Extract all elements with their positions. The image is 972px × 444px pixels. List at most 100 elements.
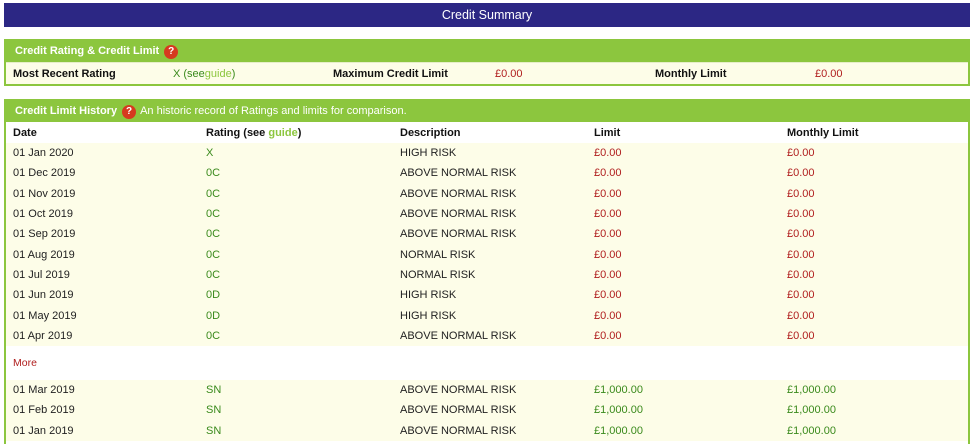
table-row: 01 Jun 2019 0D HIGH RISK £0.00 £0.00 bbox=[6, 285, 968, 306]
rating-cell: SN bbox=[206, 424, 222, 437]
credit-rating-heading-text: Credit Rating & Credit Limit bbox=[15, 45, 160, 57]
rating-cell: 0C bbox=[206, 167, 221, 180]
more-row: More bbox=[6, 345, 968, 380]
table-row: 01 Nov 2019 0C ABOVE NORMAL RISK £0.00 £0.00 bbox=[6, 183, 968, 204]
description-cell: HIGH RISK bbox=[400, 147, 457, 160]
monthly-limit-cell: £0.00 bbox=[787, 208, 815, 221]
date-cell: 01 Apr 2019 bbox=[13, 329, 73, 342]
monthly-limit-cell: £0.00 bbox=[787, 167, 815, 180]
more-link[interactable]: More bbox=[13, 357, 37, 369]
table-row: 01 Sep 2019 0C ABOVE NORMAL RISK £0.00 £0.00 bbox=[6, 224, 968, 245]
monthly-limit-cell: £0.00 bbox=[787, 329, 815, 342]
table-row: 01 Dec 2019 0C ABOVE NORMAL RISK £0.00 £0.00 bbox=[6, 163, 968, 184]
description-cell: ABOVE NORMAL RISK bbox=[400, 404, 517, 417]
col-rating: Rating (see guide) bbox=[199, 127, 393, 139]
rating-guide-link[interactable]: guide bbox=[205, 68, 232, 80]
table-row: 01 Feb 2019 SN ABOVE NORMAL RISK £1,000.00 £… bbox=[6, 400, 968, 421]
table-row: 01 Aug 2019 0C NORMAL RISK £0.00 £0.00 bbox=[6, 244, 968, 265]
limit-cell: £0.00 bbox=[594, 289, 622, 302]
rating-cell: SN bbox=[206, 404, 222, 417]
limit-cell: £1,000.00 bbox=[594, 424, 643, 437]
date-cell: 01 May 2019 bbox=[13, 309, 77, 322]
col-rating-suffix: ) bbox=[297, 126, 302, 139]
rating-cell: 0C bbox=[206, 208, 221, 221]
table-row: 01 Jan 2020 X HIGH RISK £0.00 £0.00 bbox=[6, 143, 968, 164]
limit-cell: £0.00 bbox=[594, 187, 622, 200]
monthly-limit-cell: £0.00 bbox=[787, 228, 815, 241]
description-cell: HIGH RISK bbox=[400, 289, 457, 302]
rating-cell: 0C bbox=[206, 248, 221, 261]
monthly-limit-cell: £1,000.00 bbox=[787, 384, 836, 397]
limit-cell: £0.00 bbox=[594, 208, 622, 221]
limit-cell: £0.00 bbox=[594, 248, 622, 261]
limit-cell: £0.00 bbox=[594, 147, 622, 160]
monthly-limit-cell: £0.00 bbox=[787, 268, 815, 281]
rating-value-suffix: ) bbox=[231, 67, 236, 80]
help-icon[interactable]: ? bbox=[164, 44, 179, 59]
description-cell: HIGH RISK bbox=[400, 309, 457, 322]
max-credit-limit-value: £0.00 bbox=[495, 67, 523, 80]
date-cell: 01 Sep 2019 bbox=[13, 228, 76, 241]
rating-cell: 0C bbox=[206, 268, 221, 281]
monthly-limit-cell: £0.00 bbox=[787, 187, 815, 200]
date-cell: 01 Jan 2020 bbox=[13, 147, 74, 160]
credit-rating-heading: Credit Rating & Credit Limit ? bbox=[6, 41, 968, 62]
date-cell: 01 Feb 2019 bbox=[13, 404, 75, 417]
description-cell: ABOVE NORMAL RISK bbox=[400, 167, 517, 180]
monthly-limit-cell: £1,000.00 bbox=[787, 404, 836, 417]
page-title: Credit Summary bbox=[4, 3, 970, 27]
monthly-limit-cell: £0.00 bbox=[787, 289, 815, 302]
rating-value-prefix: X (see bbox=[173, 67, 205, 80]
history-table-header: Date Rating (see guide) Description Limi… bbox=[6, 122, 968, 143]
description-cell: NORMAL RISK bbox=[400, 248, 476, 261]
history-heading-text: Credit Limit History bbox=[15, 105, 118, 117]
most-recent-rating-value: X (see guide) bbox=[166, 63, 326, 84]
rating-cell: 0C bbox=[206, 228, 221, 241]
limit-cell: £1,000.00 bbox=[594, 404, 643, 417]
date-cell: 01 Nov 2019 bbox=[13, 187, 76, 200]
monthly-limit-label: Monthly Limit bbox=[655, 67, 727, 80]
rating-cell: 0D bbox=[206, 309, 221, 322]
description-cell: ABOVE NORMAL RISK bbox=[400, 329, 517, 342]
most-recent-rating-label: Most Recent Rating bbox=[13, 67, 116, 80]
summary-row: Most Recent Rating X (see guide) Maximum… bbox=[6, 62, 968, 84]
limit-cell: £0.00 bbox=[594, 228, 622, 241]
monthly-limit-value: £0.00 bbox=[815, 67, 843, 80]
rating-cell: SN bbox=[206, 384, 222, 397]
date-cell: 01 Jan 2019 bbox=[13, 424, 74, 437]
rating-cell: 0C bbox=[206, 187, 221, 200]
col-rating-guide-link[interactable]: guide bbox=[268, 127, 297, 139]
max-credit-limit-label: Maximum Credit Limit bbox=[333, 67, 448, 80]
table-row: 01 Jul 2019 0C NORMAL RISK £0.00 £0.00 bbox=[6, 264, 968, 286]
limit-cell: £0.00 bbox=[594, 268, 622, 281]
rating-cell: 0D bbox=[206, 289, 221, 302]
rating-cell: 0C bbox=[206, 329, 221, 342]
limit-cell: £0.00 bbox=[594, 167, 622, 180]
description-cell: ABOVE NORMAL RISK bbox=[400, 208, 517, 221]
monthly-limit-cell: £0.00 bbox=[787, 309, 815, 322]
table-row: 01 Apr 2019 0C ABOVE NORMAL RISK £0.00 £0.00 bbox=[6, 325, 968, 346]
help-icon[interactable]: ? bbox=[122, 104, 137, 119]
table-row: 01 Mar 2019 SN ABOVE NORMAL RISK £1,000.00 £… bbox=[6, 379, 968, 401]
date-cell: 01 Oct 2019 bbox=[13, 208, 73, 221]
date-cell: 01 Dec 2019 bbox=[13, 167, 76, 180]
older-history-rows: 01 Mar 2019 SN ABOVE NORMAL RISK £1,000.00 £… bbox=[6, 379, 968, 441]
limit-cell: £1,000.00 bbox=[594, 384, 643, 397]
table-row: 01 Jan 2019 SN ABOVE NORMAL RISK £1,000.00 £… bbox=[6, 420, 968, 441]
col-limit: Limit bbox=[594, 126, 621, 139]
history-subheading: An historic record of Ratings and limits… bbox=[140, 105, 407, 117]
table-row: 01 Oct 2019 0C ABOVE NORMAL RISK £0.00 £0.00 bbox=[6, 203, 968, 225]
col-rating-prefix: Rating (see bbox=[206, 126, 269, 139]
table-row: 01 May 2019 0D HIGH RISK £0.00 £0.00 bbox=[6, 305, 968, 326]
history-heading: Credit Limit History ? An historic recor… bbox=[6, 101, 968, 122]
limit-cell: £0.00 bbox=[594, 309, 622, 322]
rating-cell: X bbox=[206, 147, 214, 160]
col-description: Description bbox=[400, 126, 461, 139]
monthly-limit-cell: £0.00 bbox=[787, 147, 815, 160]
date-cell: 01 Aug 2019 bbox=[13, 248, 75, 261]
col-date: Date bbox=[13, 126, 37, 139]
limit-cell: £0.00 bbox=[594, 329, 622, 342]
description-cell: NORMAL RISK bbox=[400, 268, 476, 281]
description-cell: ABOVE NORMAL RISK bbox=[400, 424, 517, 437]
description-cell: ABOVE NORMAL RISK bbox=[400, 384, 517, 397]
